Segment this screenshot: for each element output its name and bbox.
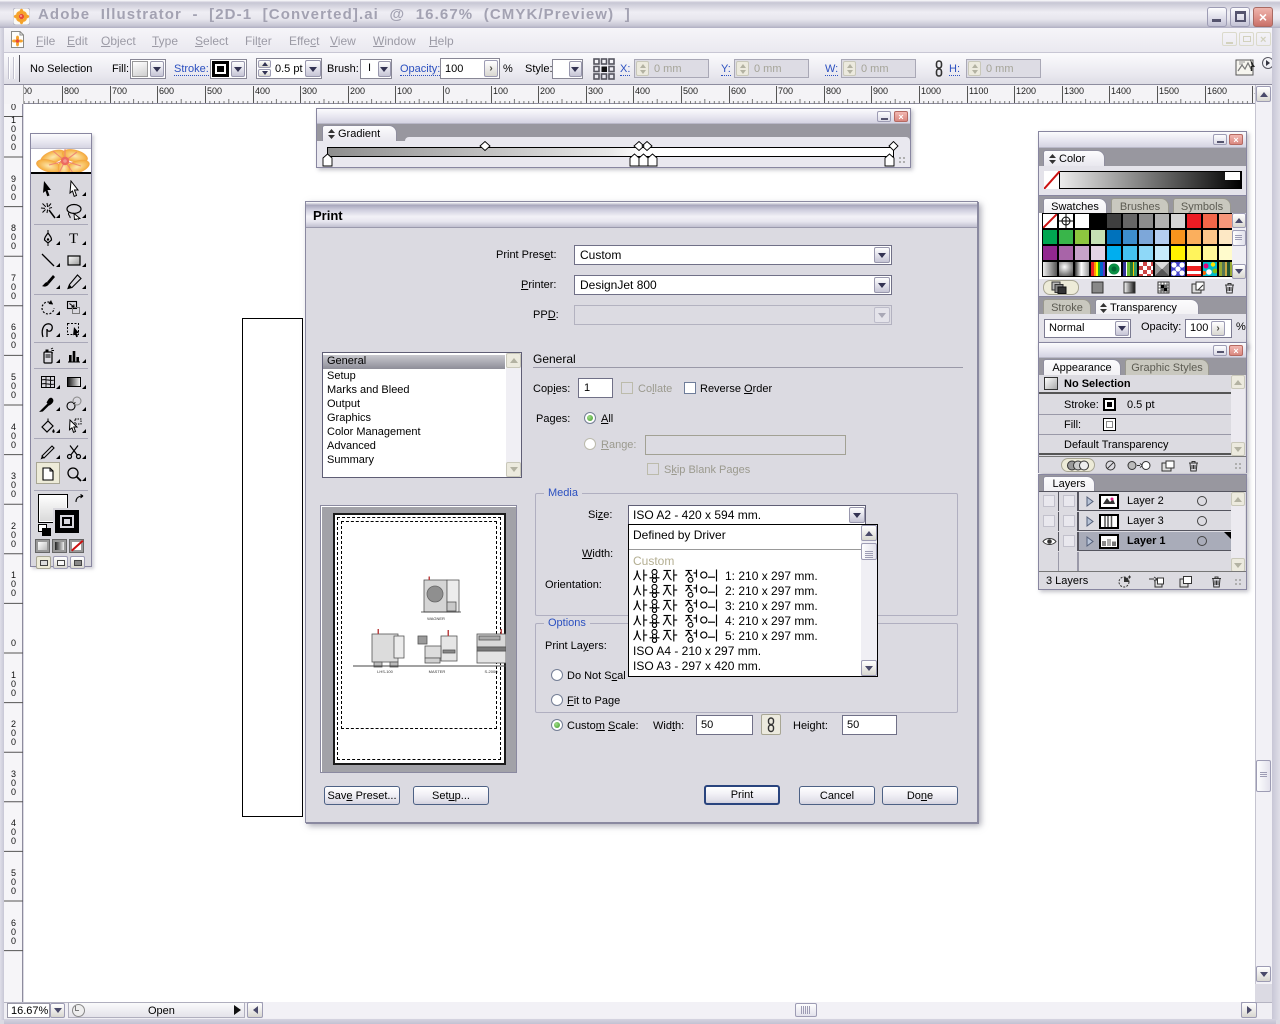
svg-text:800: 800 [64, 86, 79, 96]
svg-text:900: 900 [873, 86, 888, 96]
svg-text:200: 200 [540, 86, 555, 96]
svg-text:1000: 1000 [921, 86, 941, 96]
svg-text:500: 500 [683, 86, 698, 96]
svg-text:700: 700 [112, 86, 127, 96]
svg-text:0: 0 [11, 737, 16, 747]
svg-text:700: 700 [778, 86, 793, 96]
svg-text:1600: 1600 [1207, 86, 1227, 96]
svg-text:0: 0 [11, 836, 16, 846]
svg-text:1300: 1300 [1064, 86, 1084, 96]
svg-text:0: 0 [11, 291, 16, 301]
svg-text:300: 300 [588, 86, 603, 96]
svg-text:200: 200 [350, 86, 365, 96]
svg-text:0: 0 [11, 241, 16, 251]
svg-text:0: 0 [11, 936, 16, 946]
svg-text:100: 100 [493, 86, 508, 96]
svg-text:800: 800 [826, 86, 841, 96]
svg-text:400: 400 [255, 86, 270, 96]
svg-text:S-2000: S-2000 [485, 669, 499, 674]
svg-text:0: 0 [11, 340, 16, 350]
svg-text:600: 600 [159, 86, 174, 96]
svg-text:0: 0 [11, 588, 16, 598]
svg-text:1400: 1400 [1111, 86, 1131, 96]
svg-text:0: 0 [445, 86, 450, 96]
svg-text:100: 100 [397, 86, 412, 96]
svg-text:1100: 1100 [969, 86, 988, 96]
svg-text:0: 0 [11, 489, 16, 499]
svg-text:0: 0 [11, 142, 16, 152]
svg-text:MASTER: MASTER [429, 669, 446, 674]
svg-text:WAGNER: WAGNER [427, 616, 445, 621]
svg-text:0: 0 [11, 688, 16, 698]
svg-text:600: 600 [731, 86, 746, 96]
svg-text:1200: 1200 [1016, 86, 1036, 96]
svg-text:0: 0 [11, 787, 16, 797]
svg-text:T: T [69, 231, 78, 247]
svg-text:300: 300 [302, 86, 317, 96]
svg-text:400: 400 [635, 86, 650, 96]
svg-text:0: 0 [11, 192, 16, 202]
svg-text:0: 0 [11, 886, 16, 896]
svg-text:500: 500 [207, 86, 222, 96]
svg-text:LHS-100: LHS-100 [377, 669, 394, 674]
svg-text:0: 0 [11, 638, 16, 648]
svg-text:0: 0 [11, 539, 16, 549]
svg-text:0: 0 [11, 390, 16, 400]
svg-text:0: 0 [11, 104, 16, 112]
svg-text:1500: 1500 [1159, 86, 1179, 96]
svg-text:0: 0 [11, 440, 16, 450]
